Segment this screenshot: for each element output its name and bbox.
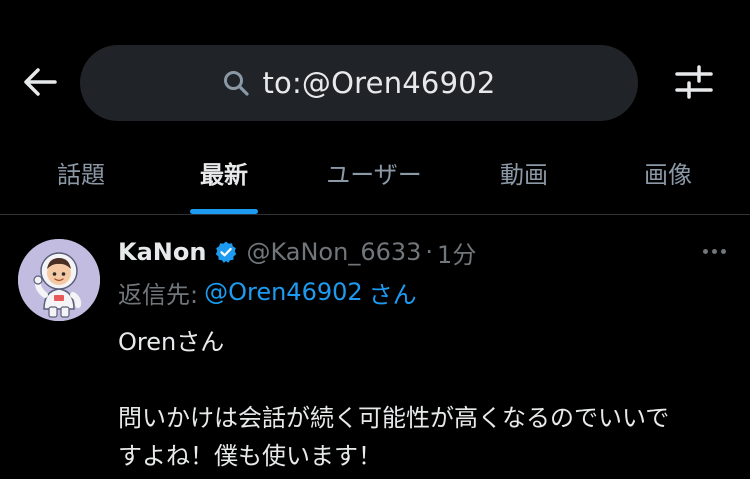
tab-label: 画像 [644, 161, 692, 189]
tab-latest[interactable]: 最新 [162, 130, 286, 214]
top-bar: to:@Oren46902 [0, 0, 750, 130]
astronaut-avatar-icon [18, 239, 100, 321]
more-dots-icon [711, 248, 717, 254]
search-query[interactable]: to:@Oren46902 [262, 66, 495, 100]
back-button[interactable] [18, 60, 62, 104]
more-dots-icon [702, 248, 708, 254]
reply-context: 返信先: @Oren46902 さん [118, 275, 417, 309]
tweet-timestamp[interactable]: 1分 [437, 235, 476, 270]
separator-dot: · [425, 238, 434, 266]
back-arrow-icon [24, 68, 57, 96]
filter-sliders-icon [675, 65, 713, 99]
search-filter-button[interactable] [670, 60, 718, 104]
tweet-text-line: 問いかけは会話が続く可能性が高くなるのでいいで [118, 404, 670, 432]
avatar[interactable] [18, 239, 100, 321]
tweet[interactable]: KaNon @KaNon_6633 · 1分 返信先: @Oren46902 さ… [0, 215, 750, 479]
reply-honorific: さん [368, 280, 417, 309]
search-tabs: 話題 最新 ユーザー 動画 画像 [0, 130, 750, 214]
tab-people[interactable]: ユーザー [286, 130, 462, 214]
tweet-text-line: Orenさん [118, 328, 225, 356]
tab-label: ユーザー [326, 161, 422, 189]
tweet-text-line: すよね！僕も使います！ [118, 442, 382, 470]
reply-target-link[interactable]: @Oren46902 [204, 278, 363, 306]
tweet-text: Orenさん 問いかけは会話が続く可能性が高くなるのでいいで すよね！僕も使いま… [118, 323, 730, 475]
search-bar[interactable]: to:@Oren46902 [80, 45, 638, 121]
more-dots-icon [720, 248, 726, 254]
more-options-button[interactable] [694, 239, 734, 263]
user-handle[interactable]: @KaNon_6633 [246, 238, 421, 266]
tab-label: 動画 [500, 161, 548, 189]
tab-label: 最新 [200, 161, 248, 189]
tab-label: 話題 [57, 161, 105, 189]
tab-top[interactable]: 話題 [0, 130, 162, 214]
display-name[interactable]: KaNon [118, 238, 206, 266]
verified-badge-icon [214, 240, 238, 264]
tab-videos[interactable]: 動画 [462, 130, 586, 214]
tweet-header: KaNon @KaNon_6633 · 1分 [118, 235, 476, 269]
reply-label: 返信先: [118, 280, 199, 309]
search-icon [224, 71, 250, 96]
tab-images[interactable]: 画像 [586, 130, 750, 214]
